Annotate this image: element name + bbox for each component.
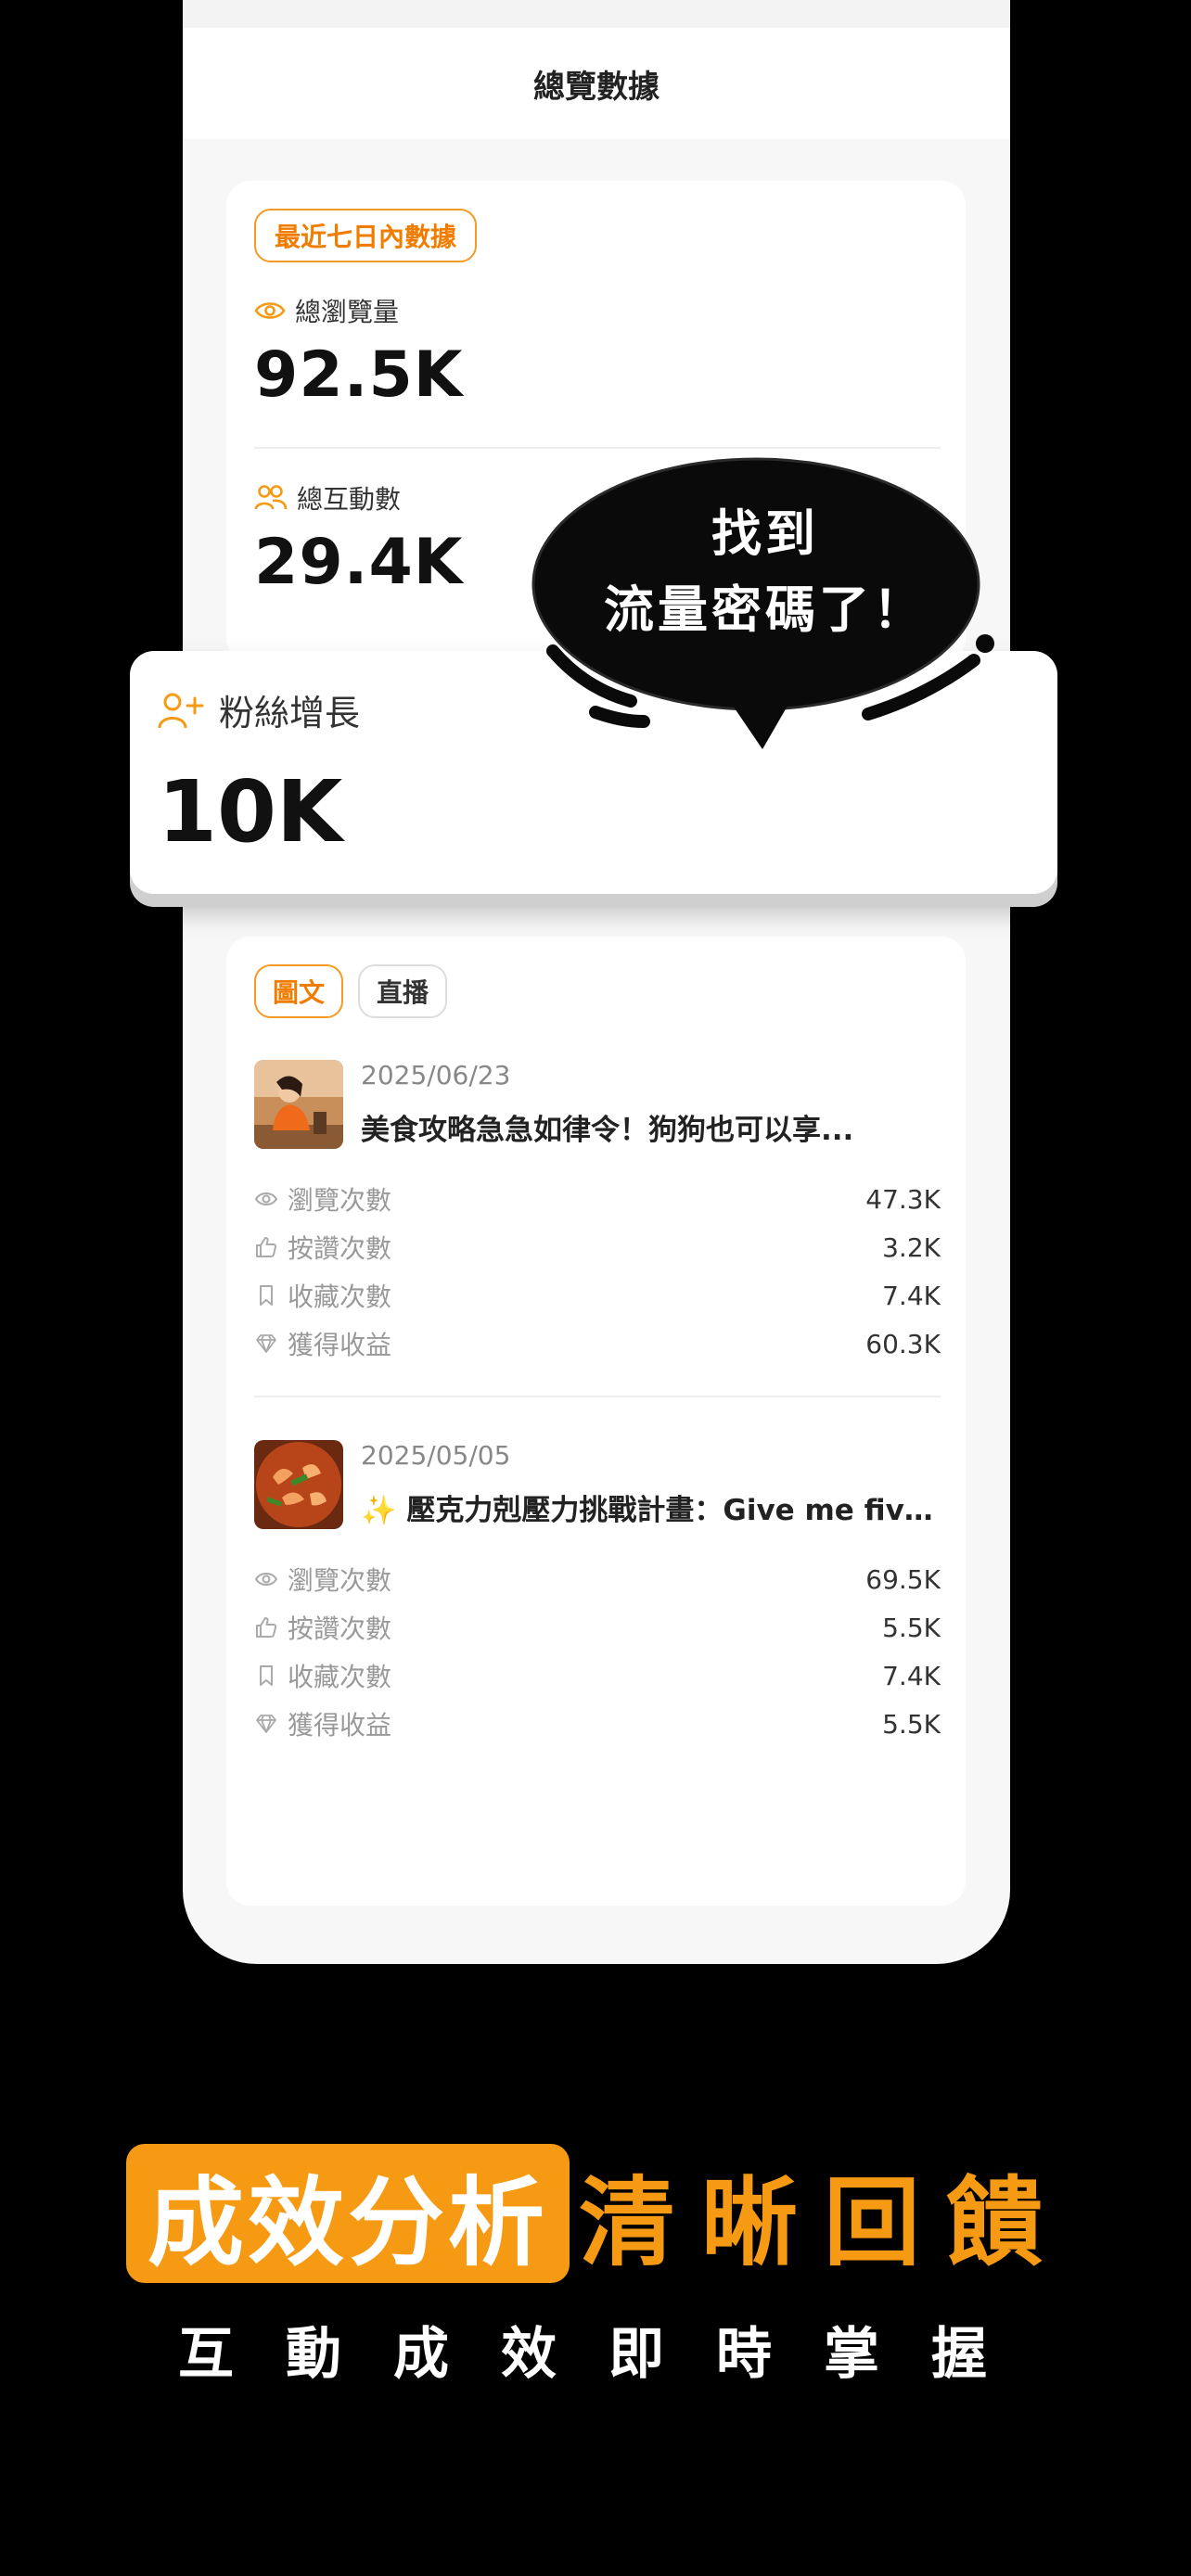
likes-value: 3.2K xyxy=(882,1231,941,1263)
thumbs-up-icon xyxy=(254,1615,278,1639)
eye-icon xyxy=(254,1187,278,1211)
post-thumbnail xyxy=(254,1440,343,1529)
promo-title-rest: 清晰回饋 xyxy=(579,2165,1069,2279)
eye-icon xyxy=(254,1567,278,1591)
page-title: 總覽數據 xyxy=(183,28,1010,139)
saves-value: 7.4K xyxy=(882,1280,941,1311)
post-title[interactable]: ✨ 壓克力剋壓力挑戰計畫：Give me five! xyxy=(361,1486,936,1528)
post-thumbnail xyxy=(254,1060,343,1149)
list-item[interactable]: 2025/06/23 美食攻略急急如律令！狗狗也可以享... 瀏覽次數 47.3… xyxy=(254,1060,941,1366)
post-title[interactable]: 美食攻略急急如律令！狗狗也可以享... xyxy=(361,1106,936,1148)
total-views-value: 92.5K xyxy=(254,338,464,412)
promo-highlight: 成效分析 xyxy=(126,2144,570,2283)
stat-likes: 按讚次數 3.2K xyxy=(254,1229,941,1266)
thumbs-up-icon xyxy=(254,1235,278,1259)
earnings-value: 60.3K xyxy=(865,1328,941,1359)
stat-saves: 收藏次數 7.4K xyxy=(254,1657,941,1694)
views-value: 47.3K xyxy=(865,1183,941,1215)
total-interactions-label: 總互動數 xyxy=(254,479,401,516)
follower-growth-value: 10K xyxy=(158,762,343,861)
total-interactions-value: 29.4K xyxy=(254,526,464,599)
diamond-icon xyxy=(254,1712,278,1736)
stat-likes: 按讚次數 5.5K xyxy=(254,1609,941,1646)
total-views-label: 總瀏覽量 xyxy=(254,292,399,329)
list-item[interactable]: 2025/05/05 ✨ 壓克力剋壓力挑戰計畫：Give me five! 瀏覽… xyxy=(254,1440,941,1746)
diamond-icon xyxy=(254,1332,278,1356)
post-date: 2025/05/05 xyxy=(361,1440,511,1471)
eye-icon xyxy=(254,300,286,322)
bookmark-icon xyxy=(254,1664,278,1688)
likes-value: 5.5K xyxy=(882,1612,941,1643)
earnings-value: 5.5K xyxy=(882,1708,941,1740)
stat-earnings: 獲得收益 60.3K xyxy=(254,1325,941,1362)
phone-screen: 總覽數據 最近七日內數據 總瀏覽量 92.5K 總互動數 29.4K 圖文 直播 xyxy=(183,0,1010,1964)
bookmark-icon xyxy=(254,1283,278,1307)
stat-saves: 收藏次數 7.4K xyxy=(254,1277,941,1314)
period-tag[interactable]: 最近七日內數據 xyxy=(254,209,477,262)
saves-value: 7.4K xyxy=(882,1660,941,1691)
tab-image-text[interactable]: 圖文 xyxy=(254,964,343,1018)
stat-earnings: 獲得收益 5.5K xyxy=(254,1705,941,1742)
stat-views: 瀏覽次數 47.3K xyxy=(254,1180,941,1218)
users-icon xyxy=(254,484,288,512)
user-plus-icon xyxy=(158,691,206,730)
promo-subtitle: 互動成效即時掌握 xyxy=(178,2322,1039,2387)
speech-bubble-text: 找到 流量密碼了！ xyxy=(604,504,927,639)
status-strip xyxy=(183,0,1010,28)
follower-growth-label: 粉絲增長 xyxy=(158,684,360,735)
views-value: 69.5K xyxy=(865,1563,941,1595)
post-date: 2025/06/23 xyxy=(361,1060,511,1090)
divider xyxy=(254,1396,941,1397)
tab-live[interactable]: 直播 xyxy=(358,964,447,1018)
content-card: 圖文 直播 2025/06/23 美食攻略急急如律令！狗狗也可以享... 瀏覽次… xyxy=(226,937,966,1906)
stat-views: 瀏覽次數 69.5K xyxy=(254,1561,941,1598)
